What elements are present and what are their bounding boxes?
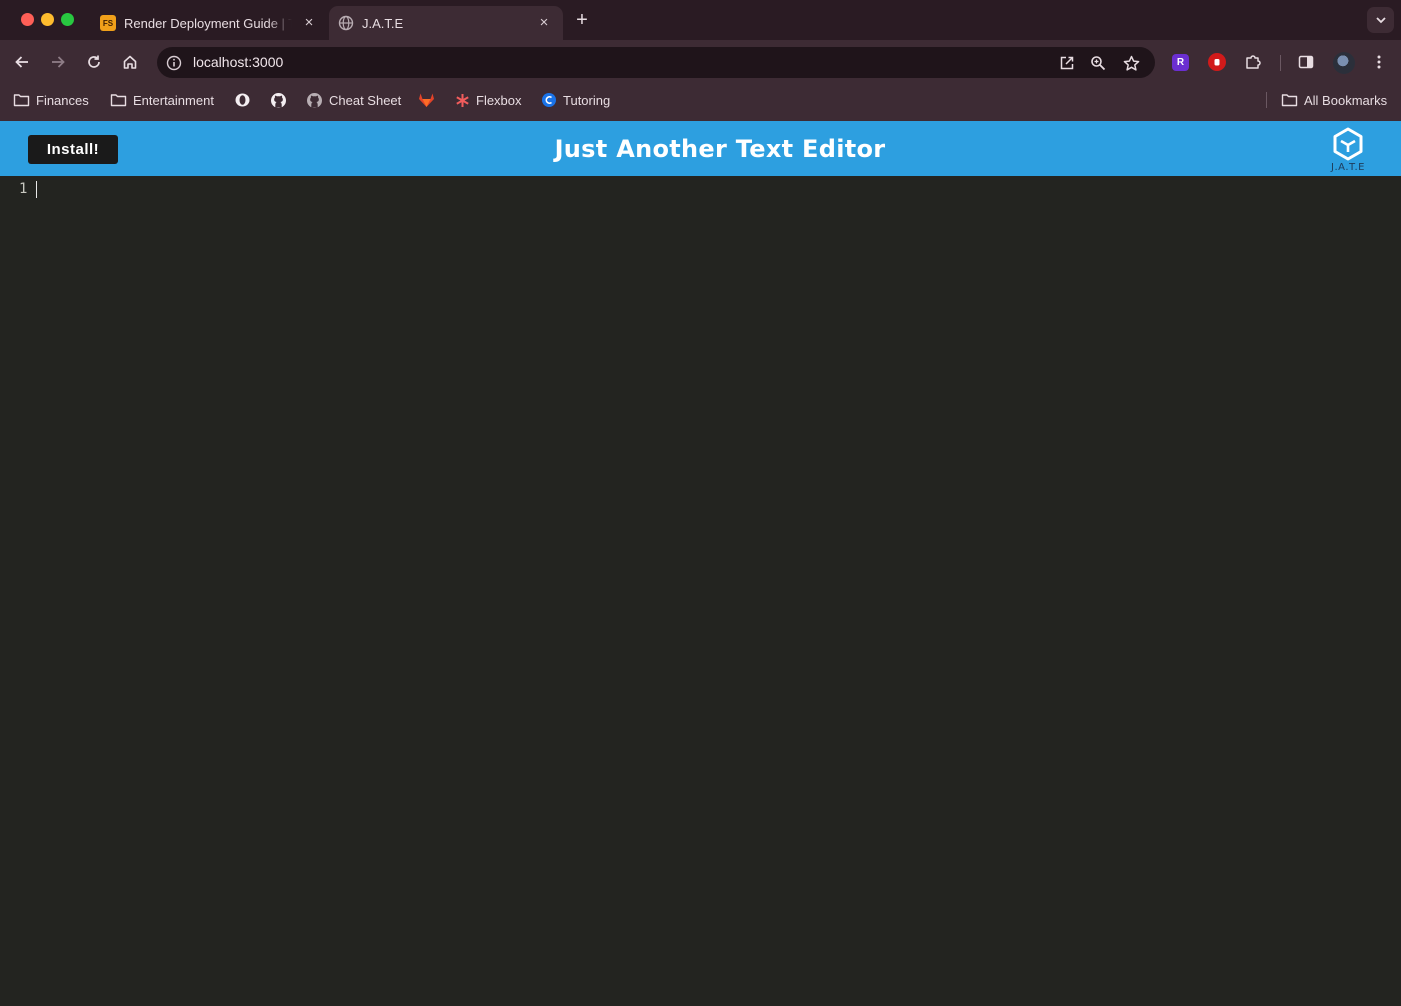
bookmarks-bar: Finances Entertainment Cheat Sheet Flexb…	[0, 85, 1401, 116]
bookmark-cheat-sheet[interactable]: Cheat Sheet	[306, 91, 401, 109]
more-vertical-icon	[1377, 55, 1381, 69]
toolbar-separator	[1280, 55, 1281, 71]
bookmark-label: All Bookmarks	[1304, 92, 1388, 108]
arrow-left-icon	[15, 56, 28, 68]
close-tab-icon[interactable]: ×	[535, 14, 553, 32]
tab-strip: FS Render Deployment Guide | T × J.A.T.E…	[0, 0, 1401, 40]
puzzle-icon	[1246, 55, 1261, 69]
close-tab-icon[interactable]: ×	[300, 14, 318, 32]
browser-menu-button[interactable]	[1369, 52, 1389, 72]
reload-icon	[88, 55, 100, 68]
home-button[interactable]	[119, 51, 141, 73]
open-external-icon	[1060, 56, 1074, 70]
opera-icon	[235, 93, 250, 107]
reload-button[interactable]	[83, 51, 105, 73]
bookmark-label: Flexbox	[476, 92, 522, 108]
bookmark-label: Cheat Sheet	[329, 92, 402, 108]
bookmark-label: Tutoring	[563, 92, 611, 108]
tab-jate[interactable]: J.A.T.E ×	[329, 6, 563, 40]
close-window-button[interactable]	[21, 13, 34, 26]
app-header: Install! Just Another Text Editor J.A.T.…	[0, 121, 1401, 176]
globe-icon	[338, 15, 354, 31]
tab-search-button[interactable]	[1367, 7, 1394, 33]
all-bookmarks-button[interactable]: All Bookmarks	[1281, 91, 1387, 109]
zoom-window-button[interactable]	[61, 13, 74, 26]
line-number: 1	[19, 181, 28, 197]
bookmark-tutoring[interactable]: Tutoring	[541, 91, 610, 109]
github-icon	[271, 92, 286, 108]
arrow-right-icon	[52, 56, 65, 68]
bookmark-github[interactable]	[270, 91, 293, 109]
chevron-down-icon	[1375, 17, 1386, 24]
side-panel-icon	[1298, 55, 1314, 69]
profile-avatar[interactable]	[1333, 52, 1355, 74]
bookmarks-separator	[1266, 92, 1267, 108]
text-cursor	[36, 181, 37, 198]
bookmark-label: Finances	[36, 92, 89, 108]
asterisk-icon	[456, 93, 469, 107]
logo-text: J.A.T.E	[1331, 162, 1365, 173]
new-tab-button[interactable]: +	[571, 9, 593, 31]
back-button[interactable]	[11, 51, 33, 73]
github-icon	[307, 92, 322, 108]
fs-favicon-icon: FS	[100, 15, 116, 31]
zoom-in-icon	[1091, 56, 1106, 71]
tab-title: J.A.T.E	[362, 15, 404, 31]
tab-title: Render Deployment Guide | T	[124, 15, 292, 31]
tutoring-icon	[542, 93, 556, 107]
extension-stop-button[interactable]	[1208, 53, 1226, 71]
bookmark-label: Entertainment	[133, 92, 214, 108]
folder-icon	[13, 94, 30, 107]
forward-button[interactable]	[47, 51, 69, 73]
bookmark-finances[interactable]: Finances	[13, 91, 89, 109]
extension-r-button[interactable]: R	[1172, 54, 1189, 71]
star-icon	[1123, 55, 1139, 71]
page-title: Just Another Text Editor	[554, 135, 886, 163]
open-in-app-button[interactable]	[1057, 53, 1077, 73]
site-info-icon[interactable]	[165, 54, 183, 72]
bookmark-gitlab[interactable]	[418, 91, 441, 109]
hand-icon	[1214, 59, 1220, 66]
extensions-button[interactable]	[1243, 52, 1263, 72]
jate-logo: J.A.T.E	[1322, 127, 1374, 175]
address-bar[interactable]: localhost:3000	[157, 47, 1155, 78]
bookmark-opera[interactable]	[234, 91, 257, 109]
bookmark-flexbox[interactable]: Flexbox	[455, 91, 522, 109]
folder-icon	[1281, 94, 1298, 107]
zoom-button[interactable]	[1088, 53, 1108, 73]
bookmark-entertainment[interactable]: Entertainment	[110, 91, 214, 109]
logo-cube-icon	[1333, 127, 1363, 161]
home-icon	[123, 55, 137, 69]
gitlab-icon	[419, 93, 434, 107]
minimize-window-button[interactable]	[41, 13, 54, 26]
bookmark-star-button[interactable]	[1121, 53, 1141, 73]
tab-render-deployment-guide[interactable]: FS Render Deployment Guide | T ×	[92, 6, 328, 40]
url-text[interactable]: localhost:3000	[193, 54, 283, 71]
side-panel-button[interactable]	[1296, 52, 1316, 72]
browser-toolbar: localhost:3000 R	[0, 40, 1401, 85]
text-editor[interactable]: 1	[0, 176, 1401, 1006]
folder-icon	[110, 94, 127, 107]
